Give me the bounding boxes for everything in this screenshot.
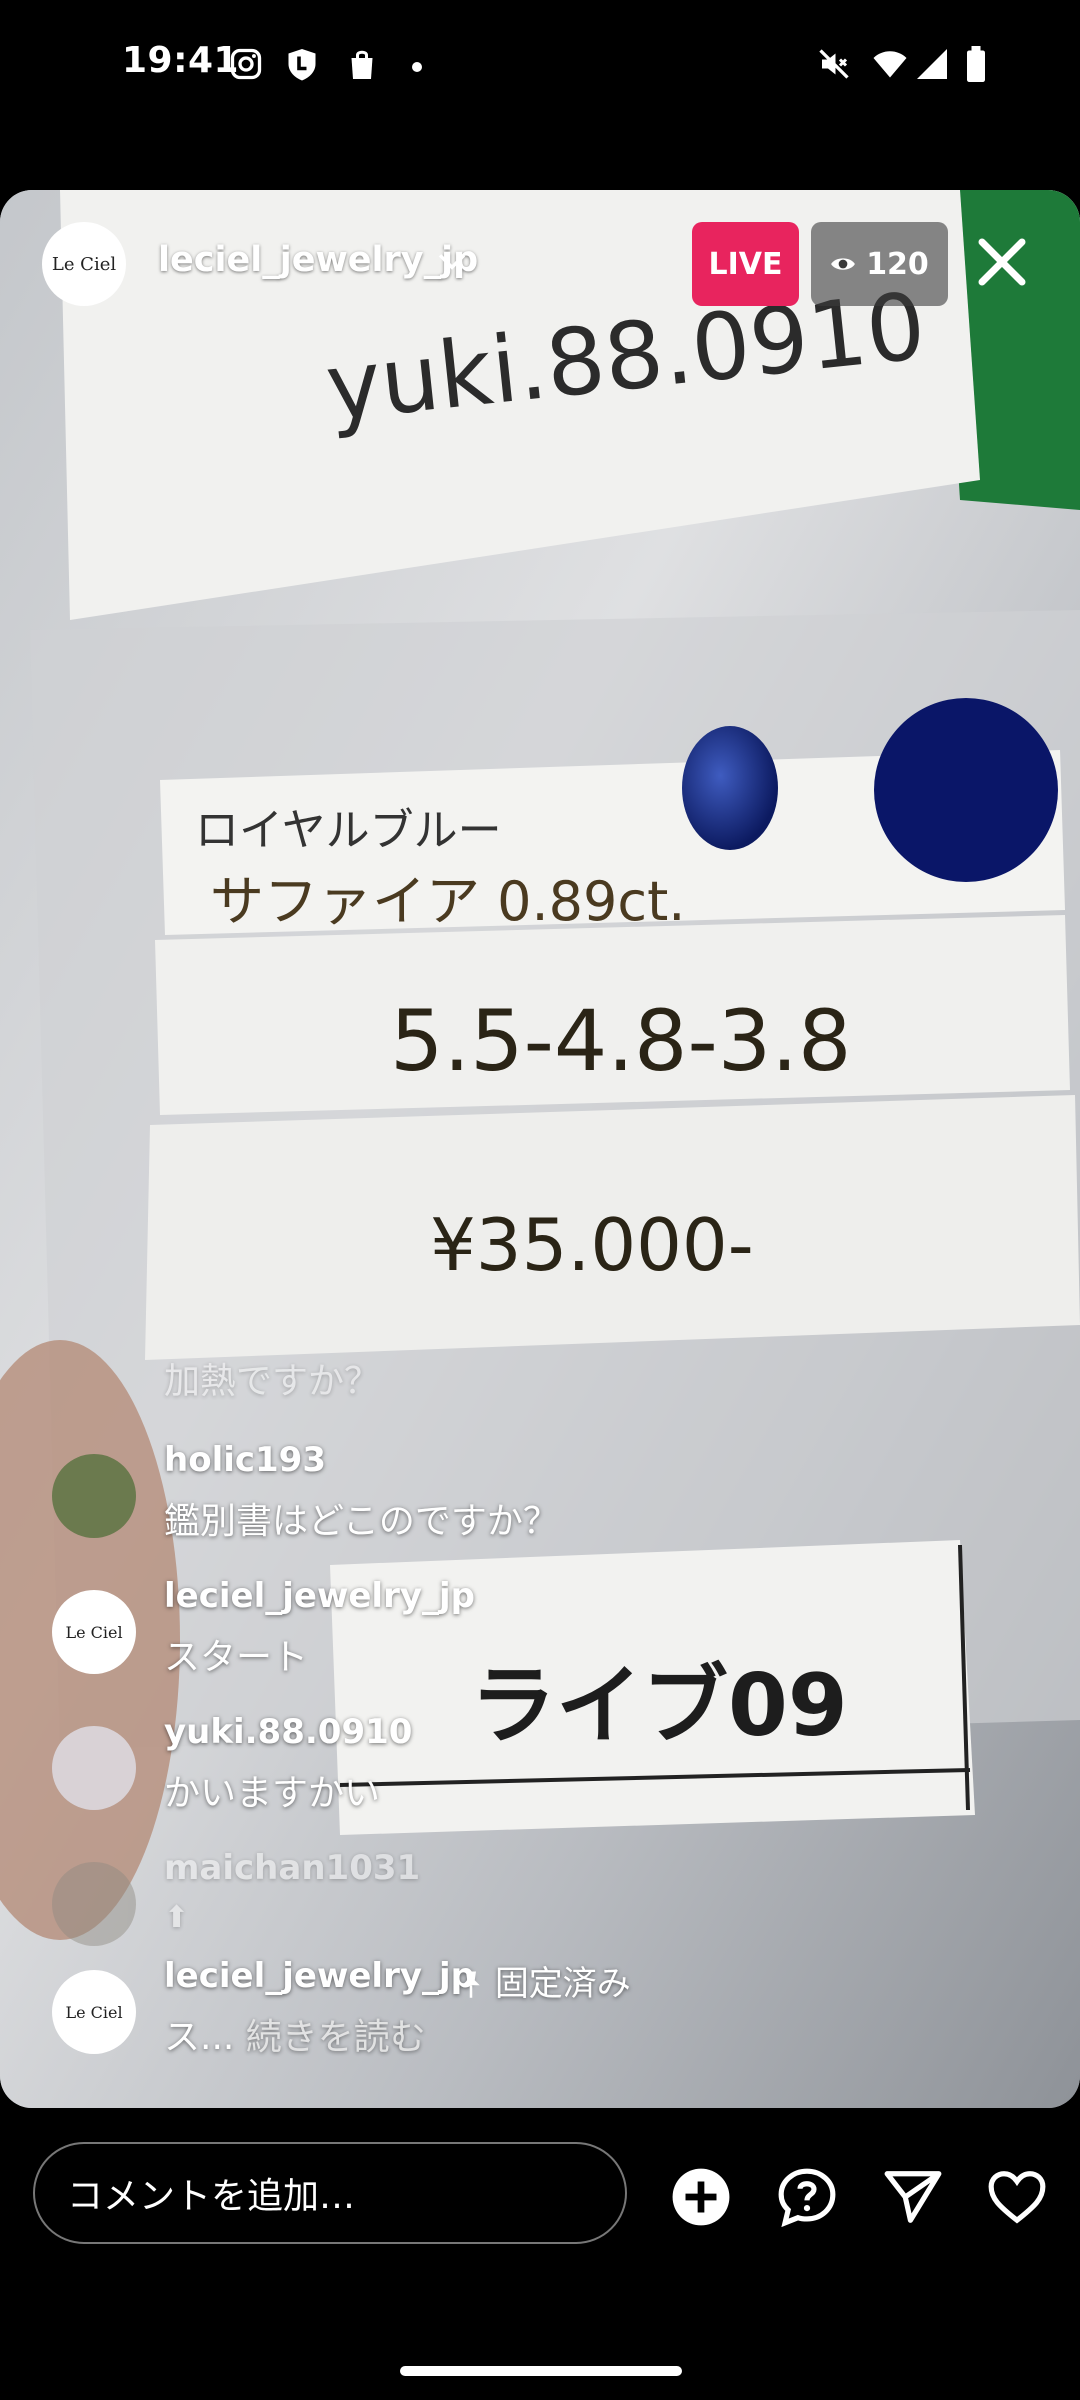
comment-username[interactable]: maichan1031 xyxy=(164,1848,420,1888)
host-avatar[interactable]: Le Ciel xyxy=(42,222,126,306)
live-badge: LIVE xyxy=(692,222,799,306)
comment-item[interactable]: maichan1031 ⬆ xyxy=(0,1848,760,1968)
add-icon[interactable] xyxy=(670,2166,732,2228)
status-bar: 19:41 xyxy=(0,0,1080,130)
shopping-bag-icon xyxy=(351,50,373,79)
comment-username[interactable]: holic193 xyxy=(164,1440,326,1480)
comment-input[interactable]: コメントを追加… xyxy=(33,2142,627,2244)
avatar[interactable]: Le Ciel xyxy=(52,1590,136,1674)
comment-item[interactable]: holic193 鑑別書はどこのですか？ xyxy=(0,1440,760,1560)
heart-icon[interactable] xyxy=(986,2166,1048,2228)
avatar[interactable] xyxy=(52,1726,136,1810)
comment-item: 加熱ですか？ xyxy=(0,1352,760,1412)
shield-l-icon xyxy=(288,49,316,81)
read-more-link[interactable]: 続きを読む xyxy=(246,2017,426,2058)
svg-text:ロイヤルブルー: ロイヤルブルー xyxy=(195,805,502,856)
pinned-label: 固定済み xyxy=(458,1956,631,2005)
home-indicator[interactable] xyxy=(400,2366,682,2376)
viewer-count: 120 xyxy=(866,246,929,282)
notification-dot-icon xyxy=(412,62,422,72)
viewer-count-badge[interactable]: 120 xyxy=(811,222,948,306)
status-time: 19:41 xyxy=(122,40,240,81)
comment-item[interactable]: Le Ciel leciel_jewelry_jp スタート xyxy=(0,1576,760,1696)
close-icon[interactable] xyxy=(972,232,1032,292)
chevron-down-icon[interactable] xyxy=(436,250,468,274)
wifi-icon xyxy=(873,51,907,78)
host-username[interactable]: leciel_jewelry_jp xyxy=(158,240,478,280)
comment-text: ⬆ xyxy=(164,1900,190,1935)
mute-icon xyxy=(819,49,849,79)
comment-text: 加熱ですか？ xyxy=(164,1361,381,1402)
host-avatar-logo: Le Ciel xyxy=(51,253,117,275)
signal-icon xyxy=(917,49,947,79)
battery-icon xyxy=(967,46,985,82)
eye-icon xyxy=(831,258,856,270)
avatar[interactable] xyxy=(52,1454,136,1538)
comment-text: 鑑別書はどこのですか？ xyxy=(164,1501,559,1542)
svg-text:サファイア 0.89ct.: サファイア 0.89ct. xyxy=(210,870,685,933)
avatar[interactable] xyxy=(52,1862,136,1946)
comment-text: ス... 続きを読む xyxy=(164,2017,426,2058)
comment-text: スタート xyxy=(164,1637,309,1678)
avatar[interactable]: Le Ciel xyxy=(52,1970,136,2054)
question-icon[interactable] xyxy=(776,2166,838,2228)
comment-username[interactable]: leciel_jewelry_jp xyxy=(164,1956,475,1996)
comment-item[interactable]: yuki.88.0910 かいますかい xyxy=(0,1712,760,1832)
send-icon[interactable] xyxy=(882,2166,944,2228)
comment-text: かいますかい xyxy=(164,1773,381,1814)
svg-text:5.5-4.8-3.8: 5.5-4.8-3.8 xyxy=(390,992,851,1090)
comment-username[interactable]: leciel_jewelry_jp xyxy=(164,1576,475,1616)
instagram-icon xyxy=(230,48,262,80)
pin-icon xyxy=(462,1971,480,1998)
comment-username[interactable]: yuki.88.0910 xyxy=(164,1712,412,1752)
pinned-comment[interactable]: Le Ciel leciel_jewelry_jp 固定済み ス... 続きを読… xyxy=(0,1956,760,2076)
svg-text:¥35.000-: ¥35.000- xyxy=(430,1203,754,1287)
